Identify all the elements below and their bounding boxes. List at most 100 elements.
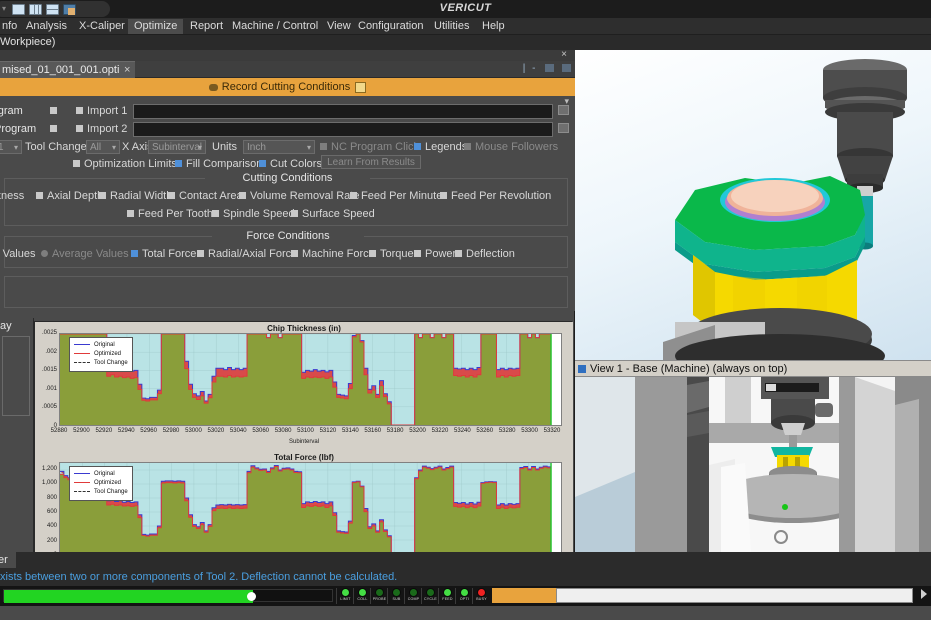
import-2-checkbox[interactable]: [76, 125, 83, 133]
import-1-checkbox[interactable]: [76, 107, 83, 115]
menu-item-configuration[interactable]: Configuration: [352, 19, 429, 34]
volume-removal-rate-checkbox[interactable]: Volume Removal Rate: [239, 188, 359, 204]
units-dropdown[interactable]: Inch ▾: [243, 140, 315, 154]
lamp-label: LIMIT: [340, 597, 351, 601]
index-dropdown[interactable]: 1 ▾: [0, 140, 22, 154]
title-bar: ▾ VERICUT: [0, 0, 931, 18]
feed-per-tooth-checkbox[interactable]: Feed Per Tooth: [127, 206, 213, 222]
menu-item-machine-control[interactable]: Machine / Control: [226, 19, 324, 34]
chart-chip-thickness: Chip Thickness (in) Original Optimized Too…: [35, 322, 573, 451]
legends-checkbox[interactable]: Legends: [414, 139, 467, 155]
chip-thickness-checkbox[interactable]: ckness: [0, 188, 24, 204]
export-icon[interactable]: [355, 81, 367, 93]
program-row-2-toggle[interactable]: [50, 125, 57, 132]
feed-per-revolution-checkbox[interactable]: Feed Per Revolution: [440, 188, 551, 204]
progress-bar-track[interactable]: [3, 589, 333, 603]
view-workpiece-3d[interactable]: [575, 50, 931, 360]
y-tick-label: 400: [46, 523, 57, 530]
radial-width-checkbox[interactable]: Radial Width: [99, 188, 172, 204]
chevron-down-icon: ▾: [197, 143, 202, 152]
restore-icon[interactable]: [545, 64, 555, 73]
view-1-title-bar[interactable]: View 1 - Base (Machine) (always on top): [575, 360, 931, 377]
contact-area-box: [168, 192, 175, 200]
status-lamp-cycle[interactable]: CYCLE: [422, 587, 439, 605]
import-2-input[interactable]: [133, 122, 553, 137]
program-row-1-toggle[interactable]: [50, 107, 57, 114]
peak-values-radio[interactable]: ak Values: [0, 246, 36, 262]
menu-item-x-caliper[interactable]: X-Caliper: [73, 19, 131, 34]
optimization-limits-box: [73, 160, 80, 168]
optimizer-window: × mised_01_001_001.opti × | - Record Cut…: [0, 49, 575, 602]
left-panel-label: ay: [0, 320, 12, 332]
y-tick-label: .002: [45, 348, 57, 355]
view-visible-checkbox[interactable]: [578, 364, 586, 373]
lamp-label: COLL: [357, 597, 368, 601]
torque-checkbox[interactable]: Torque: [369, 246, 414, 262]
torque-box: [369, 250, 376, 258]
machine-force-checkbox[interactable]: Machine Force: [291, 246, 375, 262]
average-values-radio[interactable]: Average Values: [41, 246, 129, 262]
optimization-limits-checkbox[interactable]: Optimization Limits: [73, 156, 177, 172]
mouse-followers-checkbox[interactable]: Mouse Followers: [464, 139, 558, 155]
fill-comparison-checkbox[interactable]: Fill Comparison: [175, 156, 262, 172]
menu-item-analysis[interactable]: Analysis: [20, 19, 73, 34]
status-lamp-comp[interactable]: COMP: [405, 587, 422, 605]
power-checkbox[interactable]: Power: [414, 246, 456, 262]
total-force-checkbox[interactable]: Total Force: [131, 246, 196, 262]
tab-optimized-file[interactable]: mised_01_001_001.opti ×: [0, 61, 136, 79]
radial-width-box: [99, 192, 106, 200]
total-force-box: [131, 250, 138, 258]
cutting-conditions-title: Cutting Conditions: [205, 172, 370, 184]
radial-axial-force-checkbox[interactable]: Radial/Axial Force: [197, 246, 297, 262]
view-machine-3d[interactable]: [575, 377, 931, 552]
legend-label: Tool Change: [94, 489, 128, 495]
menu-item-utilities[interactable]: Utilities: [428, 19, 475, 34]
machine-status-field[interactable]: [556, 588, 913, 603]
chevron-down-icon: ▾: [306, 143, 311, 152]
surface-speed-checkbox[interactable]: Surface Speed: [291, 206, 375, 222]
status-lamp-coll[interactable]: COLL: [354, 587, 371, 605]
y-tick-label: .0015: [41, 367, 57, 374]
legend-swatch-icon: [74, 472, 90, 474]
status-lamp-opti[interactable]: OPTI: [456, 587, 473, 605]
cut-colors-checkbox[interactable]: Cut Colors: [259, 156, 322, 172]
record-cutting-conditions-banner[interactable]: Record Cutting Conditions: [0, 78, 575, 96]
legend-item: Tool Change: [74, 488, 128, 497]
menu-item-optimize[interactable]: Optimize: [128, 19, 184, 34]
contact-area-checkbox[interactable]: Contact Area: [168, 188, 243, 204]
deflection-checkbox[interactable]: Deflection: [455, 246, 515, 262]
legend-label: Optimized: [94, 480, 122, 486]
status-lamp-limit[interactable]: LIMIT: [337, 587, 354, 605]
plot-area[interactable]: [59, 333, 562, 426]
import-1-input[interactable]: [133, 104, 553, 119]
menu-item-report[interactable]: Report: [184, 19, 229, 34]
maximize-icon[interactable]: [562, 64, 571, 73]
spindle-speed-checkbox[interactable]: Spindle Speed: [212, 206, 295, 222]
tool-change-dropdown[interactable]: All ▾: [86, 140, 120, 154]
power-box: [414, 250, 421, 258]
folder-icon-1[interactable]: [558, 105, 569, 115]
bottom-tab-label[interactable]: er: [0, 552, 16, 568]
x-axis-dropdown[interactable]: Subinterval ▾: [148, 140, 206, 154]
menu-item-help[interactable]: Help: [476, 19, 511, 34]
plot-area[interactable]: [59, 462, 562, 555]
tab-close-icon[interactable]: ×: [124, 62, 130, 79]
axial-depth-checkbox[interactable]: Axial Depth: [36, 188, 103, 204]
nc-program-click-checkbox[interactable]: NC Program Click: [320, 139, 419, 155]
status-lamp-busy[interactable]: BUSY: [473, 587, 490, 605]
next-arrow-icon[interactable]: [921, 589, 927, 599]
folder-icon-2[interactable]: [558, 123, 569, 133]
minimize-icon[interactable]: -: [532, 63, 537, 74]
status-lamp-feed[interactable]: FEED: [439, 587, 456, 605]
machine-control-bar: LIMIT COLL PROBE SUB COMP CYCLE FEED OPTI BUSY: [0, 586, 931, 606]
learn-from-results-button[interactable]: Learn From Results: [321, 155, 421, 169]
status-lamp-probe[interactable]: PROBE: [371, 587, 388, 605]
progress-knob[interactable]: [247, 592, 257, 601]
legend-swatch-icon: [74, 490, 90, 492]
status-lamp-sub[interactable]: SUB: [388, 587, 405, 605]
close-icon[interactable]: ×: [561, 49, 567, 60]
app-title: VERICUT: [439, 2, 492, 14]
tab-window-controls[interactable]: | -: [523, 63, 571, 74]
feed-per-minute-checkbox[interactable]: Feed Per Minute: [350, 188, 442, 204]
legend-item: Original: [74, 470, 128, 479]
